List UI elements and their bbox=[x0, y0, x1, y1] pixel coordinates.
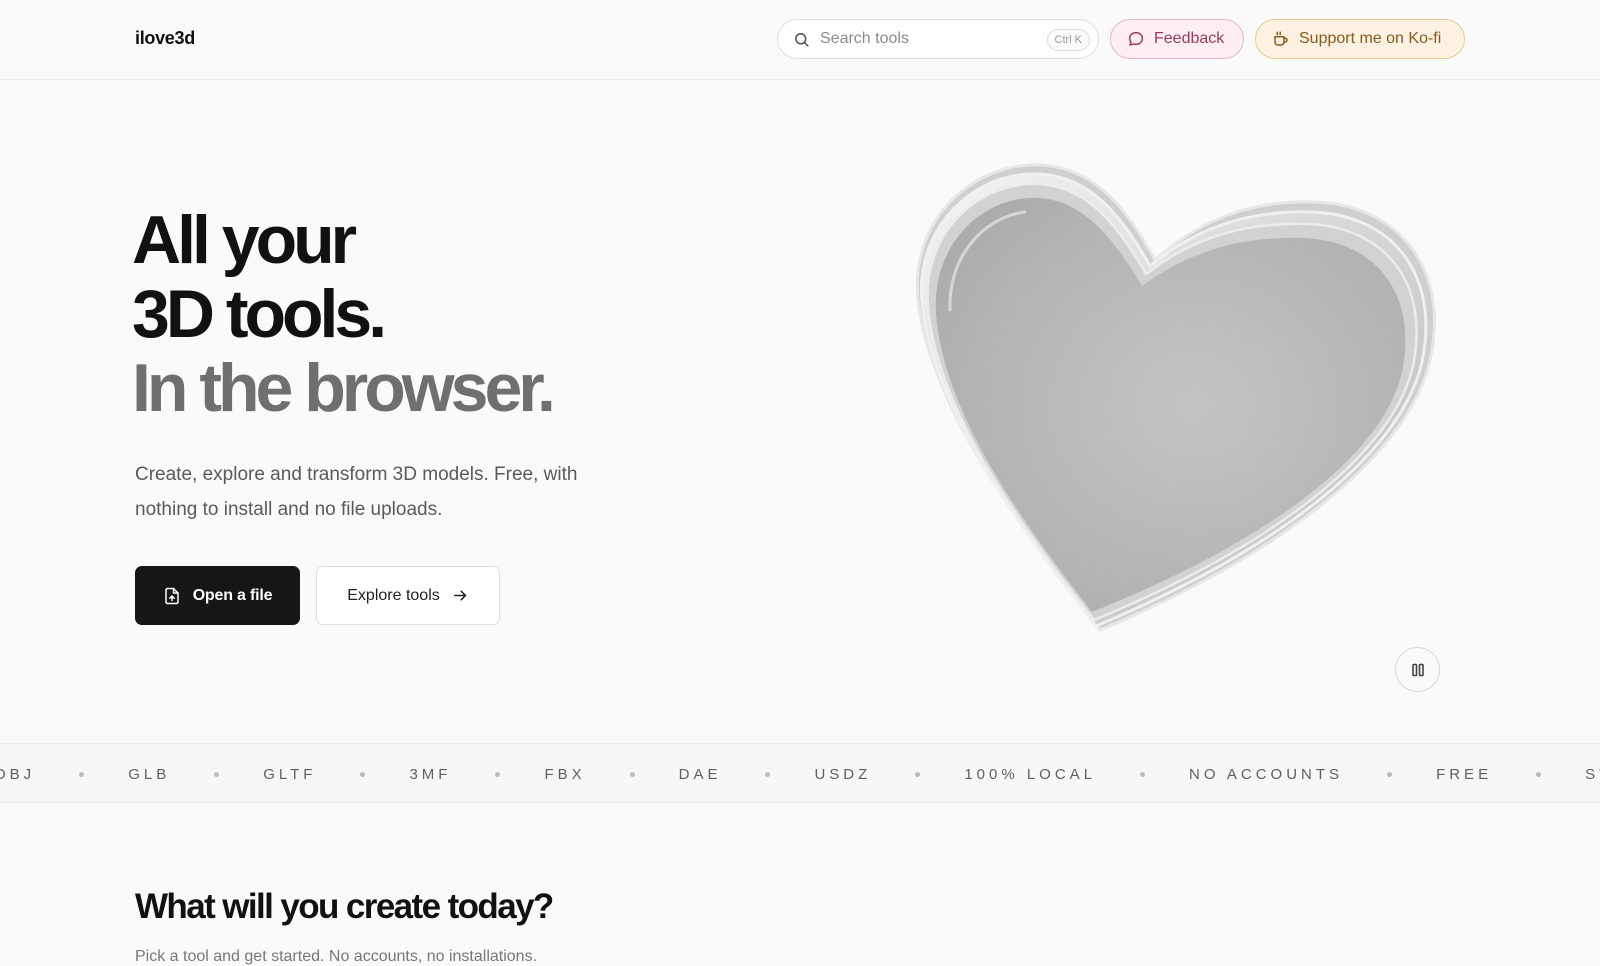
site-logo[interactable]: ilove3d bbox=[135, 28, 195, 49]
search-icon bbox=[795, 32, 809, 47]
marquee-track: OBJ GLB GLTF 3MF FBX DAE USDZ 100% LOCAL NO ACCO… bbox=[0, 744, 1600, 802]
file-upload-icon bbox=[164, 587, 179, 604]
top-navigation-bar: ilove3d Ctrl K Feedback Support me on Ko… bbox=[0, 0, 1600, 80]
feedback-button[interactable]: Feedback bbox=[1110, 19, 1244, 59]
marquee-separator-dot bbox=[915, 771, 921, 777]
marquee-separator-dot bbox=[765, 771, 771, 777]
explore-tools-button[interactable]: Explore tools bbox=[316, 566, 500, 625]
marquee-item: STL bbox=[1585, 765, 1600, 783]
open-file-button[interactable]: Open a file bbox=[135, 566, 300, 625]
marquee-item: USDZ bbox=[814, 765, 872, 783]
pause-animation-button[interactable] bbox=[1395, 647, 1440, 692]
marquee-item: GLB bbox=[128, 765, 171, 783]
marquee-item: NO ACCOUNTS bbox=[1189, 765, 1344, 783]
marquee-separator-dot bbox=[1140, 771, 1146, 777]
marquee-item: 100% LOCAL bbox=[964, 765, 1097, 783]
marquee-item: 3MF bbox=[409, 765, 452, 783]
marquee-separator-dot bbox=[79, 771, 85, 777]
arrow-right-icon bbox=[453, 590, 466, 601]
marquee-separator-dot bbox=[360, 771, 366, 777]
marquee-separator-dot bbox=[1387, 771, 1393, 777]
format-marquee: OBJ GLB GLTF 3MF FBX DAE USDZ 100% LOCAL NO ACCO… bbox=[0, 743, 1600, 803]
marquee-item: FREE bbox=[1436, 765, 1493, 783]
search-input[interactable] bbox=[820, 30, 1030, 48]
pause-icon bbox=[1411, 663, 1424, 676]
hero-subtitle: Create, explore and transform 3D models.… bbox=[135, 464, 578, 520]
search-box[interactable]: Ctrl K bbox=[777, 19, 1099, 59]
feedback-label: Feedback bbox=[1154, 30, 1225, 47]
hero-heading-line-1: All your bbox=[132, 202, 357, 278]
marquee-separator-dot bbox=[1536, 771, 1542, 777]
marquee-separator-dot bbox=[214, 771, 220, 777]
marquee-item: OBJ bbox=[0, 765, 36, 783]
hero-3d-heart[interactable] bbox=[910, 160, 1455, 650]
open-file-label: Open a file bbox=[192, 586, 273, 604]
heart-3d-icon bbox=[915, 163, 1436, 632]
chat-bubble-icon bbox=[1128, 31, 1144, 46]
kofi-label: Support me on Ko-fi bbox=[1299, 30, 1442, 47]
marquee-separator-dot bbox=[629, 771, 635, 777]
hero-heading-line-2: 3D tools. bbox=[132, 276, 387, 352]
section-subtitle: Pick a tool and get started. No accounts… bbox=[135, 948, 538, 965]
search-shortcut-badge: Ctrl K bbox=[1046, 29, 1090, 51]
kofi-support-button[interactable]: Support me on Ko-fi bbox=[1255, 19, 1465, 59]
marquee-item: DAE bbox=[678, 765, 722, 783]
explore-tools-label: Explore tools bbox=[347, 586, 440, 604]
marquee-separator-dot bbox=[495, 771, 501, 777]
marquee-item: GLTF bbox=[263, 765, 317, 783]
hero-heading-line-3: In the browser. bbox=[132, 350, 556, 426]
section-title: What will you create today? bbox=[135, 887, 554, 926]
marquee-item: FBX bbox=[544, 765, 586, 783]
coffee-cup-icon bbox=[1274, 31, 1288, 46]
